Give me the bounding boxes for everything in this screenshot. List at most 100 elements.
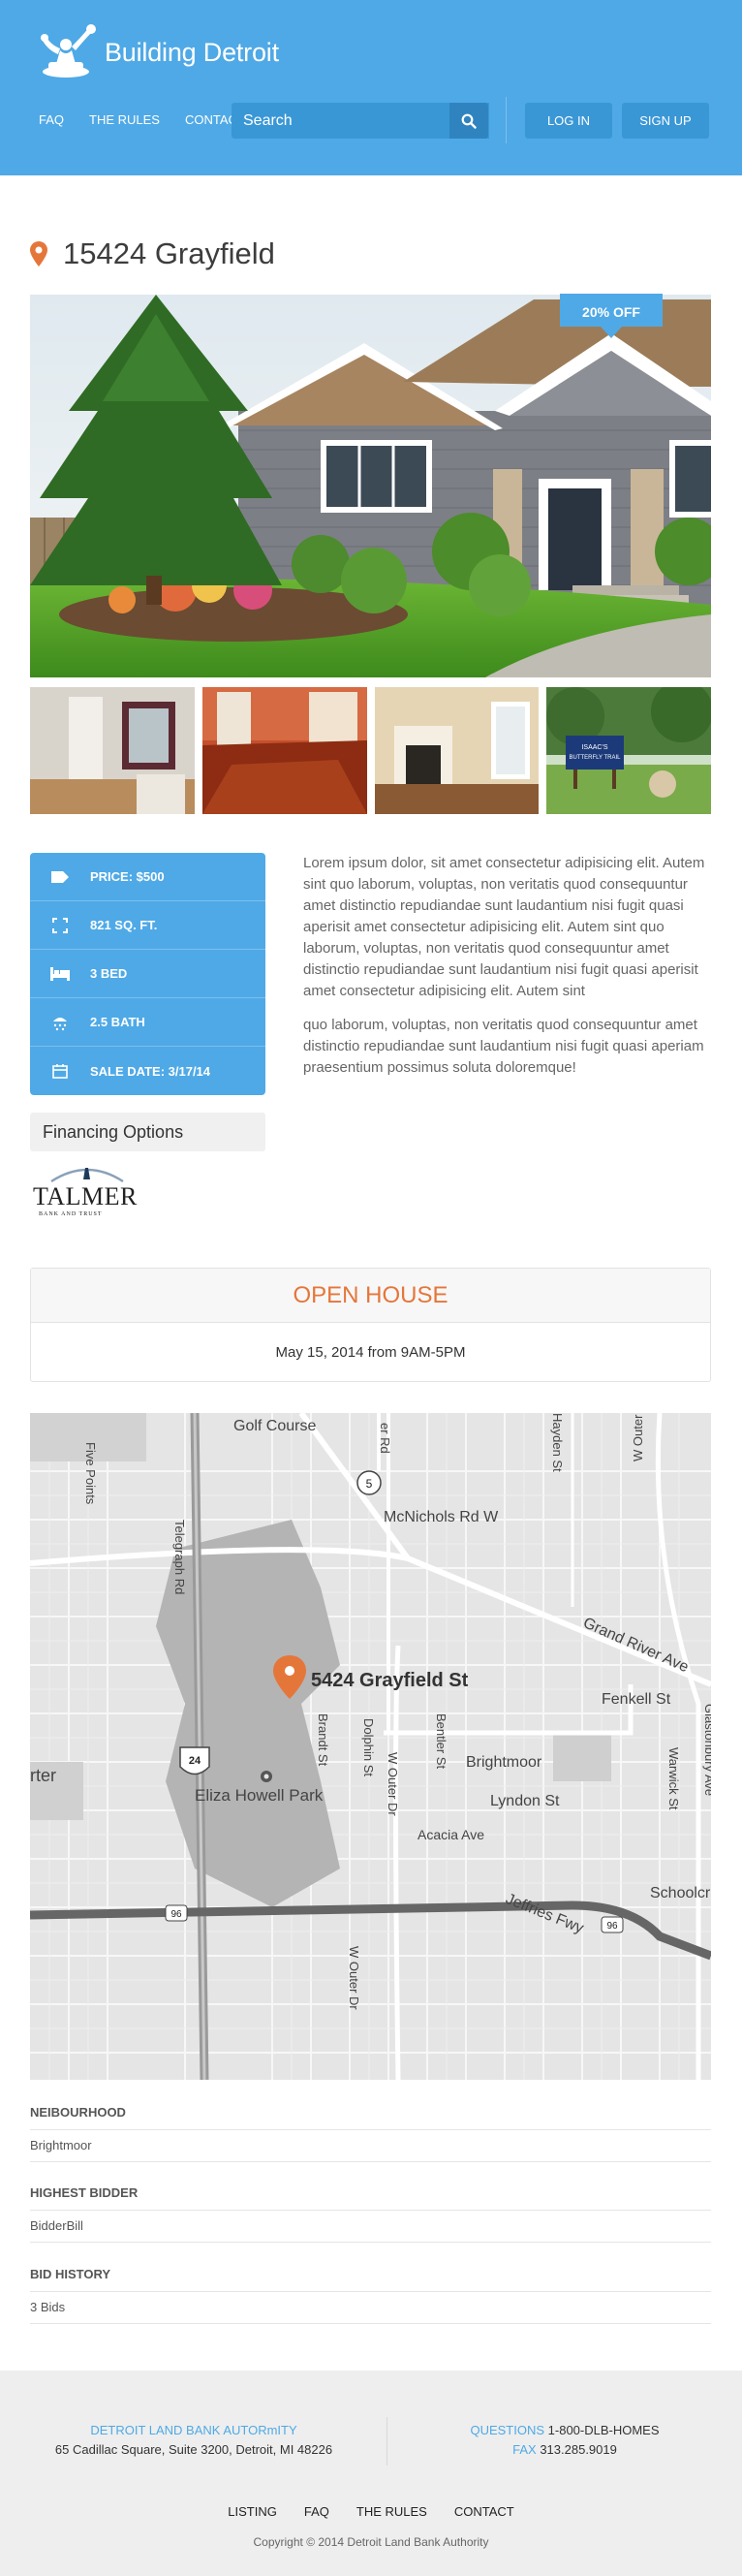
divider — [30, 2291, 711, 2292]
spirit-of-detroit-icon — [41, 24, 96, 78]
map-label: W Outer Dr — [631, 1413, 645, 1461]
highway-shield-24: 24 — [179, 1746, 210, 1775]
open-house-title: OPEN HOUSE — [31, 1269, 710, 1323]
search-icon — [461, 113, 477, 129]
sign-text: ISAAC'S — [582, 744, 608, 751]
highway-shield-96a: 96 — [165, 1904, 188, 1922]
divider — [30, 2210, 711, 2211]
neighbourhood-value: Brightmoor — [30, 2138, 92, 2152]
bed-icon — [50, 966, 70, 981]
discount-badge-shape — [560, 294, 663, 338]
map-label: Golf Course — [233, 1418, 316, 1434]
map-label: Fenkell St — [602, 1691, 671, 1708]
expand-icon — [52, 917, 68, 933]
map-label: W Outer Dr — [347, 1946, 361, 2010]
map-label: Telegraph Rd — [172, 1520, 187, 1594]
listing-description: Lorem ipsum dolor, sit amet consectetur … — [303, 853, 710, 1091]
svg-text:96: 96 — [606, 1921, 618, 1932]
description-paragraph: Lorem ipsum dolor, sit amet consectetur … — [303, 855, 705, 999]
map-label: Acacia Ave — [417, 1827, 484, 1842]
map-label: Lyndon St — [490, 1793, 560, 1809]
map-label: W Outer Dr — [386, 1752, 400, 1816]
map-label: Brandt St — [316, 1713, 330, 1767]
talmer-subtitle: BANK AND TRUST — [39, 1211, 103, 1217]
thumbnail-3[interactable] — [374, 687, 540, 814]
spec-bed: 3 BED — [30, 950, 265, 998]
footer-street-address: 65 Cadillac Square, Suite 3200, Detroit,… — [54, 2442, 333, 2457]
thumbnail-1[interactable] — [30, 687, 195, 814]
svg-text:24: 24 — [189, 1755, 201, 1767]
map-label: McNichols Rd W — [384, 1509, 499, 1525]
hero-photo[interactable] — [30, 295, 711, 677]
nav-the-rules[interactable]: THE RULES — [89, 112, 160, 127]
footer-nav-listing[interactable]: LISTING — [228, 2504, 277, 2519]
map-pin-icon — [30, 241, 47, 267]
spec-price: PRICE: $500 — [30, 853, 265, 901]
highest-bidder-label: HIGHEST BIDDER — [30, 2185, 139, 2200]
questions-phone[interactable]: 1-800-DLB-HOMES — [548, 2423, 660, 2437]
highway-shield-5: 5 — [356, 1470, 382, 1495]
divider — [30, 2129, 711, 2130]
tag-icon — [51, 870, 69, 883]
site-footer: DETROIT LAND BANK AUTORmITY 65 Cadillac … — [0, 2371, 742, 2576]
footer-contact: QUESTIONS 1-800-DLB-HOMES FAX 313.285.90… — [387, 2421, 742, 2460]
svg-text:5: 5 — [366, 1477, 373, 1491]
map-label: Schoolcr — [650, 1885, 711, 1901]
map-label: Warwick St — [666, 1747, 681, 1810]
calendar-icon — [52, 1064, 68, 1079]
footer-nav-the-rules[interactable]: THE RULES — [356, 2504, 427, 2519]
footer-nav-faq[interactable]: FAQ — [304, 2504, 329, 2519]
description-paragraph: quo laborum, voluptas, non veritatis quo… — [303, 1017, 704, 1076]
open-house-panel: OPEN HOUSE May 15, 2014 from 9AM-5PM — [30, 1268, 711, 1382]
map-label: rter — [30, 1766, 56, 1785]
search-button[interactable] — [449, 103, 488, 139]
highway-shield-96b: 96 — [601, 1916, 624, 1933]
footer-nav-contact[interactable]: CONTACT — [454, 2504, 514, 2519]
footer-nav: LISTING FAQ THE RULES CONTACT — [0, 2504, 742, 2519]
spec-bath: 2.5 BATH — [30, 998, 265, 1047]
divider — [30, 2242, 711, 2243]
thumbnail-2[interactable] — [201, 687, 367, 814]
divider — [30, 2161, 711, 2162]
highest-bidder-value: BidderBill — [30, 2218, 83, 2233]
fax-number: 313.285.9019 — [540, 2442, 617, 2457]
copyright: Copyright © 2014 Detroit Land Bank Autho… — [253, 2535, 489, 2549]
signup-button[interactable]: SIGN UP — [622, 103, 709, 139]
map-label: Eliza Howell Park — [195, 1786, 324, 1805]
header-divider — [506, 97, 507, 143]
financing-options-button[interactable]: Financing Options — [30, 1113, 265, 1151]
map-label: Brightmoor — [466, 1754, 542, 1771]
footer-org-name: DETROIT LAND BANK AUTORmITY — [90, 2423, 297, 2437]
map-label: Glastonbury Ave — [702, 1704, 711, 1796]
map-label: Five Points — [83, 1442, 98, 1505]
map-label: Bentler St — [434, 1713, 448, 1769]
nav-faq[interactable]: FAQ — [39, 112, 64, 127]
map-label: er Rd — [378, 1423, 392, 1454]
spec-sqft: 821 SQ. FT. — [30, 901, 265, 950]
svg-text:BUTTERFLY TRAIL: BUTTERFLY TRAIL — [570, 755, 622, 761]
listing-title: 15424 Grayfield — [30, 236, 275, 271]
map-label: Hayden St — [550, 1413, 565, 1472]
bid-history-value[interactable]: 3 Bids — [30, 2300, 65, 2314]
neighbourhood-label: NEIBOURHOOD — [30, 2105, 126, 2120]
listing-address: 15424 Grayfield — [63, 236, 275, 270]
questions-label: QUESTIONS — [470, 2423, 545, 2437]
photo-thumbnails: ISAAC'S BUTTERFLY TRAIL — [30, 687, 711, 814]
open-house-time: May 15, 2014 from 9AM-5PM — [275, 1343, 466, 1361]
logo-text: Building Detroit — [105, 37, 279, 67]
logo[interactable]: Building Detroit — [33, 23, 279, 81]
map-label: Dolphin St — [361, 1718, 376, 1776]
location-map[interactable]: 5 24 96 96 Golf Course McNichols Rd W Gr… — [30, 1413, 711, 2080]
shower-icon — [53, 1017, 67, 1030]
talmer-wordmark: TALMER — [33, 1182, 138, 1210]
thumbnail-4[interactable]: ISAAC'S BUTTERFLY TRAIL — [546, 687, 711, 814]
bid-history-label: BID HISTORY — [30, 2267, 111, 2281]
site-header: Building Detroit FAQ THE RULES CONTACT L… — [0, 0, 742, 175]
footer-address: DETROIT LAND BANK AUTORmITY 65 Cadillac … — [0, 2421, 387, 2460]
property-specs: PRICE: $500 821 SQ. FT. 3 BED 2.5 BATH S… — [30, 853, 265, 1095]
spec-sale-date: SALE DATE: 3/17/14 — [30, 1047, 265, 1095]
login-button[interactable]: LOG IN — [525, 103, 612, 139]
svg-text:96: 96 — [170, 1909, 182, 1920]
map-marker-label: 5424 Grayfield St — [311, 1670, 469, 1691]
discount-badge: 20% OFF — [582, 304, 640, 320]
